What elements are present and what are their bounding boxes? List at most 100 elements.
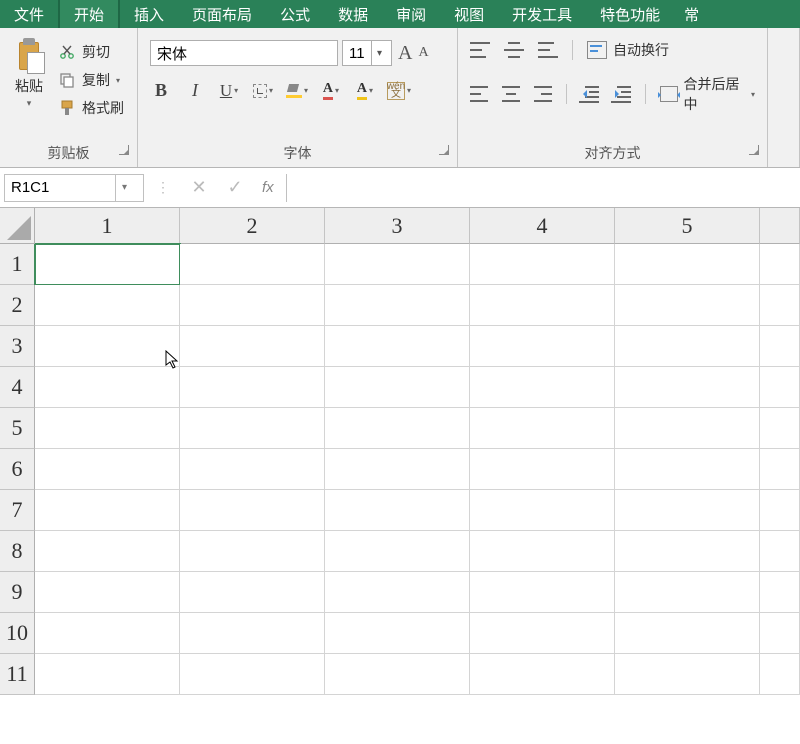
column-header[interactable]: 1 xyxy=(35,208,180,244)
row-header[interactable]: 6 xyxy=(0,449,35,490)
row-header[interactable]: 7 xyxy=(0,490,35,531)
cell[interactable] xyxy=(35,244,180,285)
cancel-button[interactable]: ✕ xyxy=(184,177,214,198)
cell[interactable] xyxy=(470,367,615,408)
cell[interactable] xyxy=(760,531,800,572)
cell[interactable] xyxy=(615,654,760,695)
cell[interactable] xyxy=(325,285,470,326)
row-header[interactable]: 4 xyxy=(0,367,35,408)
row-header[interactable]: 9 xyxy=(0,572,35,613)
row-header[interactable]: 10 xyxy=(0,613,35,654)
column-header[interactable]: 5 xyxy=(615,208,760,244)
cell[interactable] xyxy=(35,654,180,695)
select-all-corner[interactable] xyxy=(0,208,35,244)
cell[interactable] xyxy=(470,244,615,285)
cell[interactable] xyxy=(615,244,760,285)
cell[interactable] xyxy=(180,572,325,613)
cell[interactable] xyxy=(760,326,800,367)
cell[interactable] xyxy=(760,572,800,613)
menu-file[interactable]: 文件 xyxy=(0,0,58,28)
italic-button[interactable]: I xyxy=(184,80,206,101)
copy-button[interactable]: 复制 ▾ xyxy=(58,70,124,90)
cell[interactable] xyxy=(325,490,470,531)
menu-data[interactable]: 数据 xyxy=(324,0,382,28)
row-header[interactable]: 2 xyxy=(0,285,35,326)
column-header[interactable]: 4 xyxy=(470,208,615,244)
cell[interactable] xyxy=(180,408,325,449)
cell[interactable] xyxy=(325,367,470,408)
cell[interactable] xyxy=(180,326,325,367)
row-header[interactable]: 5 xyxy=(0,408,35,449)
cut-button[interactable]: 剪切 xyxy=(58,42,124,62)
name-box[interactable]: ▾ xyxy=(4,174,144,202)
cell[interactable] xyxy=(470,531,615,572)
cell[interactable] xyxy=(470,654,615,695)
cell[interactable] xyxy=(180,367,325,408)
cell[interactable] xyxy=(180,244,325,285)
cell[interactable] xyxy=(35,326,180,367)
cell[interactable] xyxy=(35,449,180,490)
column-header[interactable] xyxy=(760,208,800,244)
decrease-indent-button[interactable] xyxy=(581,86,599,102)
cell[interactable] xyxy=(760,408,800,449)
menu-developer[interactable]: 开发工具 xyxy=(498,0,586,28)
cell[interactable] xyxy=(180,449,325,490)
border-button[interactable]: ▾ xyxy=(252,84,274,98)
cell[interactable] xyxy=(760,449,800,490)
cell[interactable] xyxy=(35,572,180,613)
font-name-combo[interactable]: ▾ xyxy=(150,40,338,66)
cell[interactable] xyxy=(325,326,470,367)
merge-dropdown[interactable]: ▾ xyxy=(751,90,755,99)
menu-special[interactable]: 特色功能 xyxy=(586,0,674,28)
format-painter-button[interactable]: 格式刷 xyxy=(58,98,124,118)
confirm-button[interactable]: ✓ xyxy=(220,177,250,198)
align-left-button[interactable] xyxy=(470,86,488,102)
merge-center-button[interactable]: 合并后居中 ▾ xyxy=(660,74,755,114)
cell[interactable] xyxy=(325,531,470,572)
cell[interactable] xyxy=(760,490,800,531)
cell[interactable] xyxy=(325,654,470,695)
formula-input[interactable] xyxy=(286,174,796,202)
font-size-dropdown[interactable]: ▾ xyxy=(371,41,387,65)
cell[interactable] xyxy=(470,408,615,449)
cell[interactable] xyxy=(325,449,470,490)
cell[interactable] xyxy=(470,326,615,367)
cell[interactable] xyxy=(35,408,180,449)
align-center-button[interactable] xyxy=(502,86,520,102)
copy-dropdown[interactable]: ▾ xyxy=(116,76,120,85)
align-bottom-button[interactable] xyxy=(538,42,558,58)
menu-formulas[interactable]: 公式 xyxy=(266,0,324,28)
cell[interactable] xyxy=(180,654,325,695)
cell[interactable] xyxy=(760,244,800,285)
font-dialog-launcher[interactable] xyxy=(439,145,449,155)
cell[interactable] xyxy=(180,531,325,572)
cell[interactable] xyxy=(615,408,760,449)
cell[interactable] xyxy=(325,613,470,654)
paste-button[interactable]: 粘贴 ▾ xyxy=(6,32,52,109)
cell[interactable] xyxy=(760,367,800,408)
cell[interactable] xyxy=(470,613,615,654)
increase-indent-button[interactable] xyxy=(613,86,631,102)
formula-bar-grip[interactable]: ⋮ xyxy=(150,179,178,196)
cell[interactable] xyxy=(325,244,470,285)
cell[interactable] xyxy=(760,654,800,695)
cell[interactable] xyxy=(615,572,760,613)
column-header[interactable]: 3 xyxy=(325,208,470,244)
align-right-button[interactable] xyxy=(534,86,552,102)
cell[interactable] xyxy=(35,285,180,326)
cell[interactable] xyxy=(615,490,760,531)
cell[interactable] xyxy=(615,367,760,408)
cell[interactable] xyxy=(180,613,325,654)
font-size-combo[interactable]: ▾ xyxy=(342,40,392,66)
cell[interactable] xyxy=(180,490,325,531)
underline-button[interactable]: U▾ xyxy=(218,81,240,101)
cell[interactable] xyxy=(615,449,760,490)
row-header[interactable]: 11 xyxy=(0,654,35,695)
cell[interactable] xyxy=(615,326,760,367)
cell[interactable] xyxy=(470,490,615,531)
cell[interactable] xyxy=(325,572,470,613)
clipboard-dialog-launcher[interactable] xyxy=(119,145,129,155)
menu-overflow[interactable]: 常 xyxy=(674,0,703,28)
column-header[interactable]: 2 xyxy=(180,208,325,244)
cell[interactable] xyxy=(470,449,615,490)
